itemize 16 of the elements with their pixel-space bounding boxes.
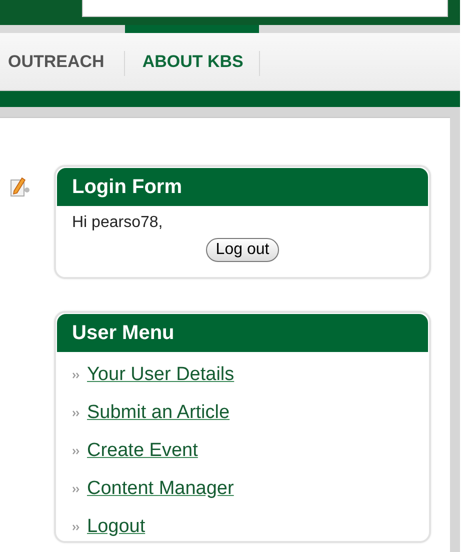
card-title: Login Form [57,168,428,206]
menu-link[interactable]: Logout [87,516,146,538]
card-title: User Menu [57,314,428,352]
nav-tab[interactable]: OUTREACH [0,25,124,90]
menu-link[interactable]: Create Event [87,440,198,462]
double-chevron-icon [72,372,80,378]
menu-link[interactable]: Content Manager [87,478,234,500]
double-chevron-icon [72,524,80,530]
double-chevron-icon [72,410,80,416]
menu-link[interactable]: Submit an Article [87,402,230,424]
double-chevron-icon [72,486,80,492]
greeting-text: Hi pearso78, [72,214,164,232]
double-chevron-icon [72,448,80,454]
pencil-icon[interactable] [10,176,30,198]
menu-link[interactable]: Your User Details [87,364,234,386]
logout-button[interactable]: Log out [206,238,280,262]
